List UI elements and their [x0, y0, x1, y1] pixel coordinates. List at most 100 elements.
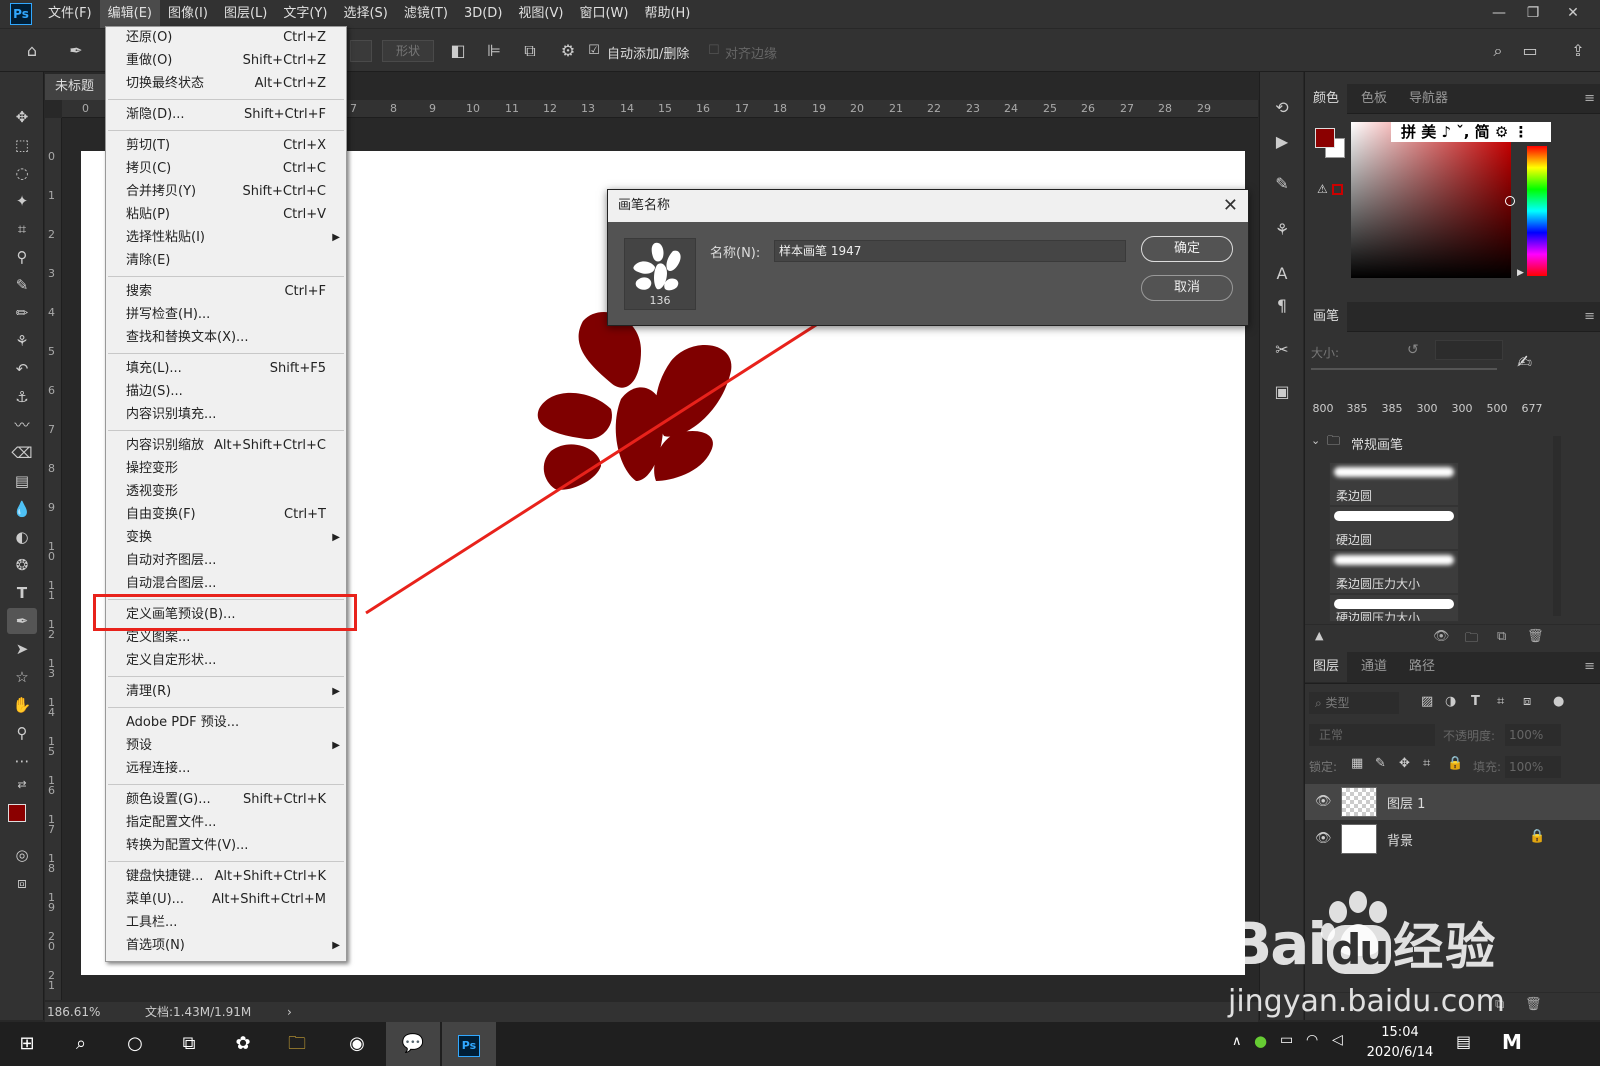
brush-group-name[interactable]: 常规画笔	[1351, 434, 1403, 453]
edit-menu-item[interactable]: 透视变形	[106, 481, 346, 503]
brush-list-scrollbar[interactable]	[1553, 436, 1561, 616]
fill-input[interactable]: 100%	[1505, 756, 1561, 778]
edit-menu-item[interactable]: 工具栏...	[106, 912, 346, 934]
menu-0[interactable]: 文件(F)	[40, 0, 100, 28]
shape-button[interactable]: 形状	[382, 40, 434, 62]
menu-3[interactable]: 图层(L)	[216, 0, 275, 28]
edit-menu-item[interactable]: 还原(O) Ctrl+Z	[106, 27, 346, 49]
clone-stamp-tool-icon[interactable]: ⚘	[7, 328, 37, 354]
edit-menu-item[interactable]: 定义自定形状...	[106, 650, 346, 672]
filter-adjust-icon[interactable]: ◑	[1445, 694, 1456, 709]
brush-item[interactable]: 硬边圆	[1329, 506, 1459, 550]
art-brush-tool-icon[interactable]: 〰	[7, 412, 37, 438]
character-icon[interactable]: A	[1270, 262, 1294, 286]
app-pinwheel-icon[interactable]: ✿	[216, 1022, 270, 1066]
photoshop-taskbar-icon[interactable]: Ps	[442, 1022, 496, 1066]
edit-menu-item[interactable]: 操控变形	[106, 458, 346, 480]
ime-toolbar[interactable]: 拼 美 ♪ ˇ, 简 ⚙ ⋮	[1391, 122, 1551, 142]
new-group-icon[interactable]: 🗀	[1465, 629, 1478, 651]
dodge-tool-icon[interactable]: ◐	[7, 524, 37, 550]
doc-info[interactable]: 文档:1.43M/1.91M	[145, 1002, 251, 1022]
filter-smart-icon[interactable]: ⧈	[1523, 694, 1531, 709]
healing-brush-tool-icon[interactable]: ✎	[7, 272, 37, 298]
align-edges-checkbox[interactable]: ☐	[708, 43, 720, 58]
color-field[interactable]	[1351, 122, 1511, 278]
tray-app-icon[interactable]: ●	[1254, 1032, 1267, 1050]
preset-size[interactable]: 300	[1446, 402, 1478, 415]
menu-1[interactable]: 编辑(E)	[99, 0, 160, 28]
menu-9[interactable]: 窗口(W)	[571, 0, 636, 28]
file-explorer-icon[interactable]: 🗀	[270, 1022, 324, 1066]
foreground-color-swatch[interactable]	[8, 804, 26, 822]
maximize-button[interactable]: ❐	[1516, 0, 1550, 28]
new-brush-icon[interactable]: ✍	[1517, 352, 1532, 373]
size-input[interactable]	[1435, 340, 1503, 360]
clock-time[interactable]: 15:04	[1364, 1025, 1436, 1040]
stamp-tool-icon[interactable]: ⚓	[7, 384, 37, 410]
edit-menu-item[interactable]: 剪切(T) Ctrl+X	[106, 135, 346, 157]
trash-icon[interactable]: 🗑	[1527, 629, 1544, 644]
tab-paths[interactable]: 路径	[1401, 652, 1443, 682]
share-icon[interactable]: ⇪	[1568, 41, 1588, 61]
tab-navigator[interactable]: 导航器	[1401, 84, 1456, 114]
crop-tool-icon[interactable]: ⌗	[7, 216, 37, 242]
gear-icon[interactable]: ⚙	[558, 41, 578, 61]
edit-menu-item[interactable]: 远程连接...	[106, 758, 346, 780]
lasso-tool-icon[interactable]: ◌	[7, 160, 37, 186]
eye-icon[interactable]: 👁	[1315, 831, 1333, 846]
opacity-input[interactable]: 100%	[1505, 724, 1561, 746]
ok-button[interactable]: 确定	[1141, 236, 1233, 262]
filter-shape-icon[interactable]: ⌗	[1497, 694, 1504, 709]
tab-swatches[interactable]: 色板	[1353, 84, 1395, 114]
filter-image-icon[interactable]: ▨	[1421, 694, 1433, 709]
edit-menu-item[interactable]: 内容识别填充...	[106, 404, 346, 426]
edit-menu-item[interactable]: 内容识别缩放 Alt+Shift+Ctrl+C	[106, 435, 346, 457]
paragraph-icon[interactable]: ¶	[1270, 294, 1294, 318]
hue-slider[interactable]	[1527, 146, 1547, 276]
tool-presets-icon[interactable]: ✂	[1270, 338, 1294, 362]
edit-menu-item[interactable]: 描边(S)...	[106, 381, 346, 403]
lock-all-icon[interactable]: 🔒	[1447, 756, 1463, 771]
brush-item[interactable]: 柔边圆压力大小	[1329, 550, 1459, 594]
hue-marker-icon[interactable]: ▶	[1517, 268, 1524, 278]
edit-menu-item[interactable]: 粘贴(P) Ctrl+V	[106, 204, 346, 226]
edit-menu-item[interactable]: 填充(L)... Shift+F5	[106, 358, 346, 380]
type-tool-icon[interactable]: T	[7, 580, 37, 606]
edit-menu-item[interactable]: 搜索 Ctrl+F	[106, 281, 346, 303]
edit-menu-item[interactable]: 清除(E)	[106, 250, 346, 272]
pen-tool-icon[interactable]: ✒	[66, 41, 86, 61]
path-arrangement-icon[interactable]: ⧉	[520, 41, 540, 61]
gradient-tool-icon[interactable]: ▤	[7, 468, 37, 494]
wifi-icon[interactable]: ◠	[1306, 1032, 1318, 1048]
layer-row[interactable]: 👁 背景 🔒	[1305, 821, 1600, 857]
layer-filter-select[interactable]: ⌕ 类型	[1309, 692, 1399, 714]
more-tools-icon[interactable]: ⋯	[7, 748, 37, 774]
windows-start-icon[interactable]: ⊞	[0, 1022, 54, 1066]
edit-menu-item[interactable]: 查找和替换文本(X)...	[106, 327, 346, 349]
notification-icon[interactable]: ▤	[1456, 1032, 1471, 1051]
menu-4[interactable]: 文字(Y)	[275, 0, 335, 28]
lock-position-icon[interactable]: ✥	[1399, 756, 1410, 771]
pen-tool-active-icon[interactable]: ✒	[7, 608, 37, 634]
eraser-tool-icon[interactable]: ⌫	[7, 440, 37, 466]
edit-menu-item[interactable]: 变换 ▶	[106, 527, 346, 549]
tab-color[interactable]: 颜色	[1305, 84, 1348, 114]
close-window-button[interactable]: ✕	[1556, 0, 1590, 28]
edit-menu-item[interactable]: 自动混合图层...	[106, 573, 346, 595]
reset-size-icon[interactable]: ↺	[1407, 342, 1419, 358]
screen-mode-icon[interactable]: ⧈	[7, 870, 37, 896]
color-picker-marker[interactable]	[1505, 196, 1515, 206]
home-icon[interactable]: ⌂	[22, 41, 42, 61]
preset-size[interactable]: 385	[1341, 402, 1373, 415]
cancel-button[interactable]: 取消	[1141, 275, 1233, 301]
edit-menu-item[interactable]: 转换为配置文件(V)...	[106, 835, 346, 857]
marquee-tool-icon[interactable]: ⬚	[7, 132, 37, 158]
layer-name[interactable]: 图层 1	[1387, 793, 1425, 812]
tab-layers[interactable]: 图层	[1305, 652, 1348, 682]
edit-menu-item[interactable]: 键盘快捷键... Alt+Shift+Ctrl+K	[106, 866, 346, 888]
menu-7[interactable]: 3D(D)	[456, 0, 510, 28]
layer-row[interactable]: 👁 图层 1	[1305, 784, 1600, 820]
fg-color-swatch[interactable]	[1315, 128, 1335, 148]
brush-tool-icon[interactable]: ✏	[7, 300, 37, 326]
edit-menu-item[interactable]: 重做(O) Shift+Ctrl+Z	[106, 50, 346, 72]
